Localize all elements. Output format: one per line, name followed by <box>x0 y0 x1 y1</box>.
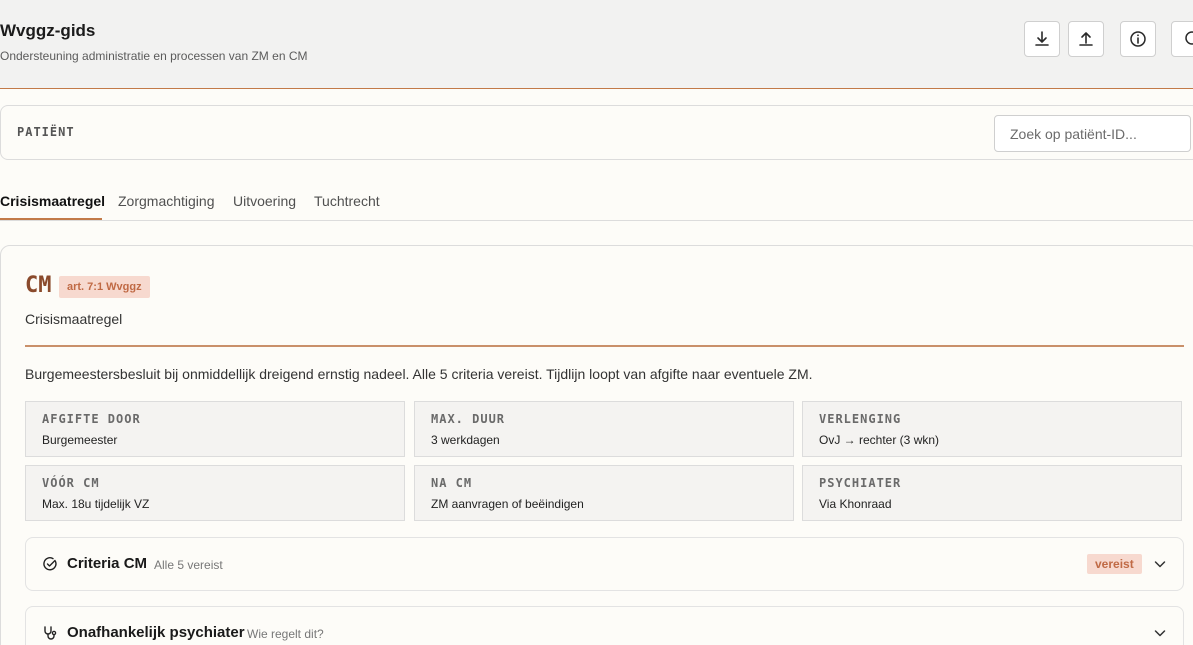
tab-zorgmachtiging[interactable]: Zorgmachtiging <box>118 193 215 209</box>
fact-label: VÓÓR CM <box>42 476 100 490</box>
measure-code: CM <box>25 273 52 298</box>
upload-icon <box>1079 32 1093 46</box>
check-circle-icon <box>43 557 57 571</box>
fact-label: VERLENGING <box>819 412 902 426</box>
section-onafhankelijk-psychiater[interactable]: Onafhankelijk psychiater Wie regelt dit? <box>25 606 1184 645</box>
fact-verlenging: VERLENGING OvJ → rechter (3 wkn) <box>802 401 1182 457</box>
tab-bar: Crisismaatregel Zorgmachtiging Uitvoerin… <box>0 190 1193 221</box>
fact-afgifte-door: AFGIFTE DOOR Burgemeester <box>25 401 405 457</box>
section-subtitle: Alle 5 vereist <box>154 558 223 572</box>
active-tab-indicator <box>0 218 102 220</box>
fact-label: NA CM <box>431 476 473 490</box>
article-badge: art. 7:1 Wvggz <box>59 276 150 298</box>
info-button[interactable] <box>1120 21 1156 57</box>
fact-value: Via Khonraad <box>819 497 892 511</box>
stethoscope-icon <box>44 626 57 640</box>
fact-voor-cm: VÓÓR CM Max. 18u tijdelijk VZ <box>25 465 405 521</box>
divider <box>25 345 1184 347</box>
measure-card: CM art. 7:1 Wvggz Crisismaatregel Burgem… <box>0 245 1193 645</box>
fact-na-cm: NA CM ZM aanvragen of beëindigen <box>414 465 794 521</box>
fact-max-duur: MAX. DUUR 3 werkdagen <box>414 401 794 457</box>
section-criteria-cm[interactable]: Criteria CM Alle 5 vereist vereist <box>25 537 1184 591</box>
fact-value: ZM aanvragen of beëindigen <box>431 497 584 511</box>
section-title: Onafhankelijk psychiater <box>67 624 245 641</box>
upload-button[interactable] <box>1068 21 1104 57</box>
measure-name: Crisismaatregel <box>25 311 123 327</box>
section-subtitle: Wie regelt dit? <box>247 627 324 641</box>
patient-card: PATIËNT <box>0 105 1193 160</box>
app-title: Wvggz-gids <box>0 21 96 40</box>
required-badge: vereist <box>1087 554 1142 574</box>
download-button[interactable] <box>1024 21 1060 57</box>
info-icon <box>1130 31 1146 47</box>
fact-label: PSYCHIATER <box>819 476 902 490</box>
fact-value: Max. 18u tijdelijk VZ <box>42 497 150 511</box>
fact-value: OvJ → rechter (3 wkn) <box>819 433 940 447</box>
fact-label: AFGIFTE DOOR <box>42 412 141 426</box>
fact-psychiater: PSYCHIATER Via Khonraad <box>802 465 1182 521</box>
patient-label: PATIËNT <box>17 125 75 139</box>
fact-value: 3 werkdagen <box>431 433 500 447</box>
fact-value: Burgemeester <box>42 433 118 447</box>
tab-uitvoering[interactable]: Uitvoering <box>233 193 296 209</box>
tab-crisismaatregel[interactable]: Crisismaatregel <box>0 193 105 209</box>
section-title: Criteria CM <box>67 555 148 572</box>
chevron-down-icon[interactable] <box>1152 625 1168 641</box>
app-subtitle: Ondersteuning administratie en processen… <box>0 49 308 63</box>
search-icon <box>1185 31 1193 45</box>
download-icon <box>1035 31 1049 46</box>
tab-tuchtrecht[interactable]: Tuchtrecht <box>314 193 380 209</box>
fact-label: MAX. DUUR <box>431 412 506 426</box>
search-button[interactable] <box>1171 21 1193 57</box>
chevron-down-icon[interactable] <box>1152 556 1168 572</box>
patient-search-input[interactable] <box>994 115 1191 152</box>
app-header: Wvggz-gids Ondersteuning administratie e… <box>0 0 1193 89</box>
measure-description: Burgemeestersbesluit bij onmiddellijk dr… <box>25 366 813 382</box>
